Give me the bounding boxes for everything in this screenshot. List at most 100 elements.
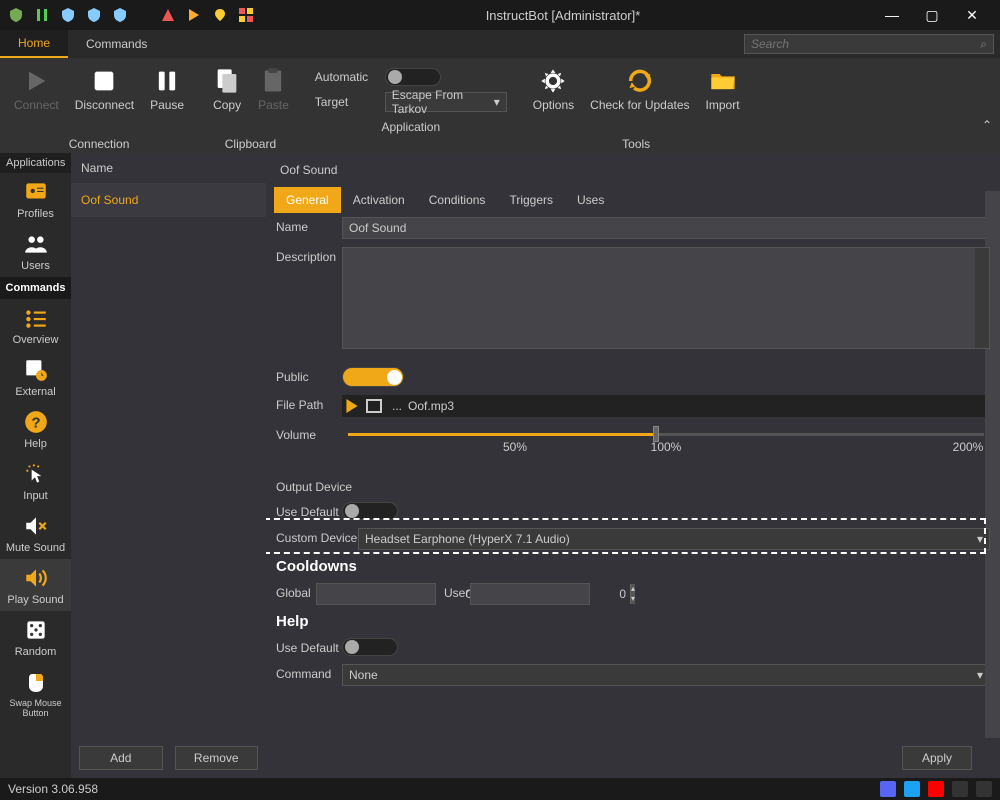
check-updates-button[interactable]: Check for Updates	[584, 64, 695, 114]
sidebar-item-play-sound[interactable]: Play Sound	[0, 559, 71, 611]
public-toggle[interactable]	[342, 367, 404, 387]
app-title: InstructBot [Administrator]*	[254, 8, 872, 23]
tab-conditions[interactable]: Conditions	[417, 187, 498, 213]
maximize-button[interactable]: ▢	[912, 0, 952, 30]
paste-button[interactable]: Paste	[252, 64, 295, 114]
ribbon-expand-icon[interactable]: ⌃	[982, 118, 992, 132]
connect-button[interactable]: Connect	[8, 64, 65, 114]
folder-icon	[708, 66, 738, 96]
user-spinner[interactable]: ▴▾	[470, 583, 590, 605]
pause-button[interactable]: Pause	[144, 64, 190, 114]
description-input[interactable]	[342, 247, 990, 349]
apply-button[interactable]: Apply	[902, 746, 972, 770]
global-spinner[interactable]: ▴▾	[316, 583, 436, 605]
tab-triggers[interactable]: Triggers	[497, 187, 565, 213]
refresh-icon	[625, 66, 655, 96]
tab-home[interactable]: Home	[0, 30, 68, 58]
play-icon[interactable]	[342, 396, 362, 416]
play-icon	[21, 66, 51, 96]
status-icon-5[interactable]	[976, 781, 992, 797]
help-use-default-label: Use Default	[276, 638, 342, 655]
twitter-icon[interactable]	[904, 781, 920, 797]
app-icon-5	[112, 7, 128, 23]
volume-slider[interactable]: 50% 100% 200%	[342, 425, 990, 454]
youtube-icon[interactable]	[928, 781, 944, 797]
app-icon-6	[160, 7, 176, 23]
target-label: Target	[315, 95, 377, 109]
tab-commands[interactable]: Commands	[68, 30, 165, 58]
sidebar-item-overview[interactable]: Overview	[0, 299, 71, 351]
detail-tabs: General Activation Conditions Triggers U…	[266, 187, 1000, 213]
minimize-button[interactable]: —	[872, 0, 912, 30]
app-icon-9	[238, 7, 254, 23]
main-tabs: Home Commands ⌕	[0, 30, 1000, 58]
close-button[interactable]: ✕	[952, 0, 992, 30]
filepath-field[interactable]: ... Oof.mp3	[342, 395, 990, 417]
copy-button[interactable]: Copy	[206, 64, 248, 114]
ribbon-group-tools: Options Check for Updates Import Tools	[519, 64, 754, 153]
app-icon-3	[60, 7, 76, 23]
sidebar-item-help[interactable]: ?Help	[0, 403, 71, 455]
name-item-oof-sound[interactable]: Oof Sound	[71, 183, 266, 217]
play-sound-icon	[22, 564, 50, 592]
main-area: Applications Profiles Users Commands Ove…	[0, 153, 1000, 778]
name-column-header: Name	[71, 153, 266, 183]
input-icon	[22, 460, 50, 488]
sidebar-item-users[interactable]: Users	[0, 225, 71, 277]
target-select[interactable]: Escape From Tarkov▾	[385, 92, 507, 112]
window-controls: — ▢ ✕	[872, 0, 992, 30]
app-icon-8	[212, 7, 228, 23]
discord-icon[interactable]	[880, 781, 896, 797]
app-icon-1	[8, 7, 24, 23]
profiles-icon	[22, 178, 50, 206]
svg-text:?: ?	[31, 414, 40, 431]
remove-button[interactable]: Remove	[175, 746, 259, 770]
stop-icon[interactable]	[366, 399, 382, 413]
options-button[interactable]: Options	[527, 64, 580, 114]
chevron-down-icon: ▾	[977, 668, 983, 682]
help-command-label: Command	[276, 664, 342, 681]
version-label: Version 3.06.958	[8, 782, 98, 796]
name-input[interactable]	[342, 217, 990, 239]
detail-body: Name Description Public File Path ... Oo…	[266, 213, 1000, 738]
status-icon-4[interactable]	[952, 781, 968, 797]
sidebar-item-swap[interactable]: Swap Mouse Button	[0, 663, 71, 723]
search-input[interactable]	[751, 37, 980, 51]
sidebar-item-mute[interactable]: Mute Sound	[0, 507, 71, 559]
titlebar-app-icons	[8, 7, 254, 23]
description-label: Description	[276, 247, 342, 264]
filepath-value: Oof.mp3	[402, 399, 454, 413]
volume-label: Volume	[276, 425, 342, 442]
mouse-icon	[22, 668, 50, 696]
pause-icon	[152, 66, 182, 96]
sidebar: Applications Profiles Users Commands Ove…	[0, 153, 71, 778]
app-icon-4	[86, 7, 102, 23]
apply-row: Apply	[266, 738, 1000, 778]
disconnect-button[interactable]: Disconnect	[69, 64, 140, 114]
import-button[interactable]: Import	[700, 64, 746, 114]
sidebar-header: Applications	[0, 153, 71, 173]
search-icon[interactable]: ⌕	[980, 37, 987, 52]
sidebar-item-commands[interactable]: Commands	[0, 277, 71, 299]
statusbar: Version 3.06.958	[0, 778, 1000, 800]
sidebar-item-random[interactable]: Random	[0, 611, 71, 663]
global-label: Global	[276, 583, 316, 600]
tab-activation[interactable]: Activation	[341, 187, 417, 213]
help-title: Help	[266, 609, 1000, 634]
external-icon	[22, 356, 50, 384]
help-command-select[interactable]: None▾	[342, 664, 990, 686]
ribbon-group-application: Automatic Target Escape From Tarkov▾ App…	[303, 64, 519, 153]
help-use-default-toggle[interactable]	[342, 638, 398, 656]
use-default-label: Use Default	[276, 502, 342, 519]
add-button[interactable]: Add	[79, 746, 163, 770]
search-box[interactable]: ⌕	[744, 34, 994, 54]
automatic-toggle[interactable]	[385, 68, 441, 86]
sidebar-item-external[interactable]: External	[0, 351, 71, 403]
cooldowns-title: Cooldowns	[266, 554, 1000, 579]
sidebar-item-input[interactable]: Input	[0, 455, 71, 507]
sidebar-item-profiles[interactable]: Profiles	[0, 173, 71, 225]
tab-uses[interactable]: Uses	[565, 187, 616, 213]
highlight-box	[266, 518, 986, 554]
tab-general[interactable]: General	[274, 187, 341, 213]
help-icon: ?	[22, 408, 50, 436]
